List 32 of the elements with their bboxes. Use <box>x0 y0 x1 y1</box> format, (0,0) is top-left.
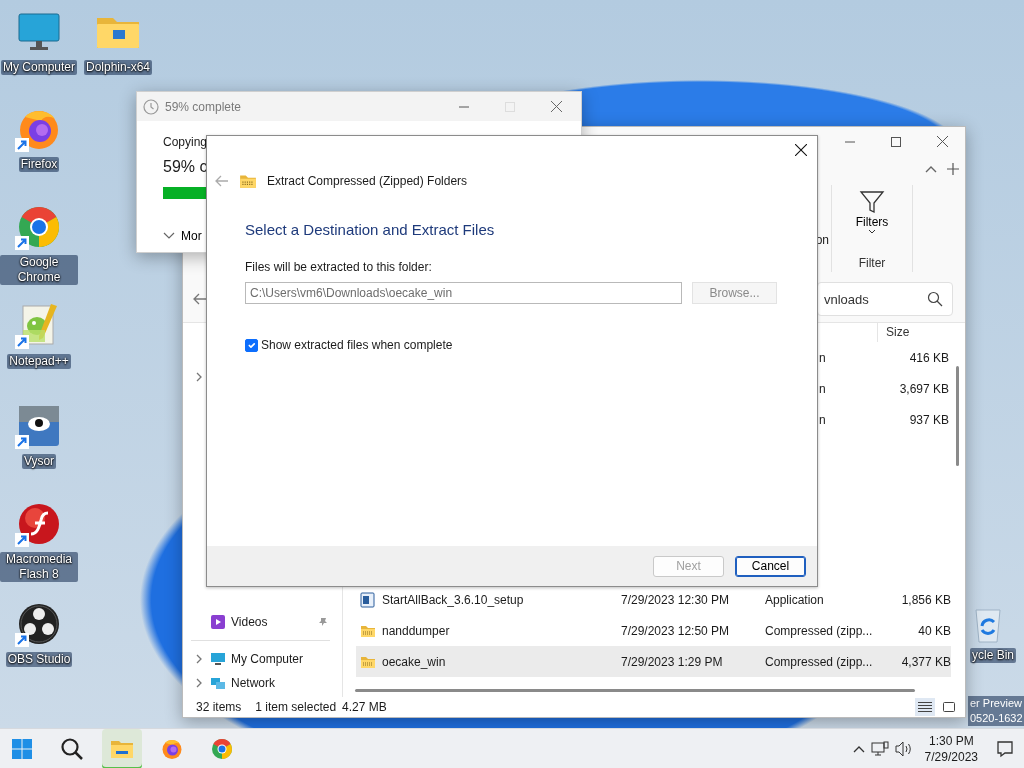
nav-label: Network <box>231 675 275 692</box>
file-type: n <box>819 349 827 367</box>
status-text: 1 item selected <box>255 699 337 716</box>
file-size: 40 KB <box>917 622 951 640</box>
file-date: 7/29/2023 12:30 PM <box>621 591 731 609</box>
nav-label: My Computer <box>231 651 304 668</box>
file-type: n <box>819 411 827 429</box>
group-label: Filter <box>858 255 886 272</box>
field-label: Files will be extracted to this folder: <box>245 259 433 276</box>
status-text: 32 items <box>196 699 242 716</box>
file-name: oecake_win <box>382 653 446 671</box>
file-name: StartAllBack_3.6.10_setup <box>382 591 524 609</box>
file-size: 1,856 KB <box>900 591 951 609</box>
watermark-text: 0520-1632 <box>968 711 1024 726</box>
file-name: nanddumper <box>382 622 450 640</box>
window-title: 59% complete <box>165 98 242 116</box>
dialog-title: Extract Compressed (Zipped) Folders <box>267 173 468 190</box>
file-date: 7/29/2023 12:50 PM <box>621 622 731 640</box>
status-text: 4.27 MB <box>342 699 387 716</box>
file-type: Application <box>765 591 825 609</box>
status-text: Copying <box>163 134 209 151</box>
file-size: 4,377 KB <box>900 653 951 671</box>
file-type: Compressed (zipp... <box>765 653 874 671</box>
file-type: Compressed (zipp... <box>765 622 874 640</box>
file-type: n <box>819 380 827 398</box>
watermark-text: er Preview <box>968 696 1024 711</box>
file-size: 3,697 KB <box>898 380 950 398</box>
file-size: 416 KB <box>908 349 950 367</box>
file-date: 7/29/2023 1:29 PM <box>621 653 724 671</box>
dialog-heading: Select a Destination and Extract Files <box>245 220 496 240</box>
file-size: 937 KB <box>908 411 950 429</box>
nav-label: Videos <box>231 614 268 631</box>
